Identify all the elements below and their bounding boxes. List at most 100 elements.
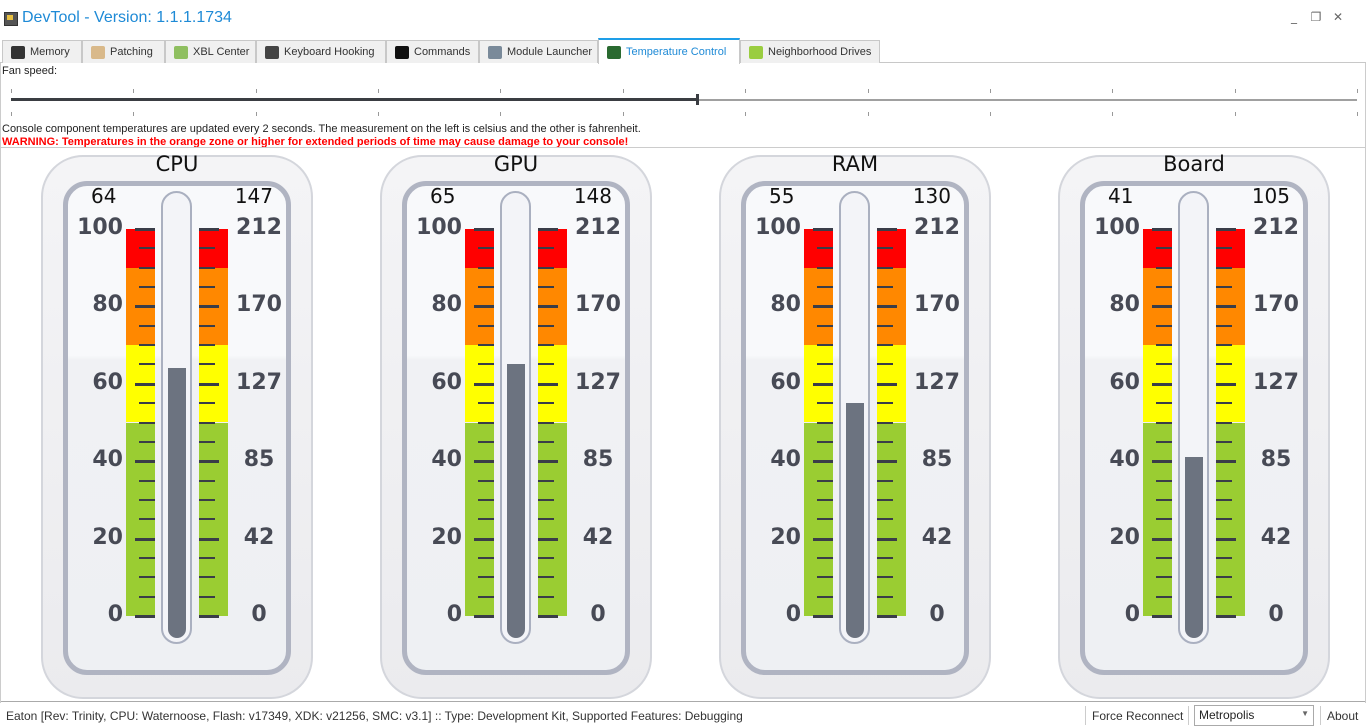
major-tick <box>877 228 897 231</box>
major-tick <box>538 537 558 541</box>
minor-tick <box>538 479 554 482</box>
minor-tick <box>139 595 155 598</box>
slider-tick <box>1235 112 1236 116</box>
thermometer-tube <box>839 191 870 644</box>
keyboard-icon <box>265 45 279 59</box>
memory-chip-icon <box>11 45 25 59</box>
window-title: DevTool - Version: 1.1.1.1734 <box>22 9 232 26</box>
slider-tick <box>623 89 624 93</box>
celsius-scale-bar <box>804 155 833 699</box>
celsius-scale-bar <box>1143 155 1172 699</box>
minor-tick <box>199 247 215 250</box>
restore-icon[interactable]: ❐ <box>1308 10 1324 24</box>
minor-tick <box>199 576 215 579</box>
minor-tick <box>199 344 215 347</box>
tab-label: Commands <box>414 46 471 58</box>
major-tick <box>474 460 494 464</box>
minor-tick <box>1216 479 1232 482</box>
minor-tick <box>877 286 893 289</box>
celsius-reading: 41 <box>1108 184 1134 208</box>
divider <box>1085 706 1086 725</box>
temperature-control-panel: Fan speed: Console component temperature… <box>0 63 1366 703</box>
major-tick <box>474 382 494 386</box>
slider-thumb[interactable] <box>696 94 700 105</box>
fahrenheit-scale-bar <box>538 155 567 699</box>
major-tick <box>474 537 494 541</box>
tab-module-launcher[interactable]: Module Launcher <box>479 40 598 63</box>
slider-tick <box>378 112 379 116</box>
celsius-tick-label: 20 <box>1109 524 1140 550</box>
slider-track <box>697 99 1357 101</box>
major-tick <box>813 305 833 309</box>
tab-commands[interactable]: Commands <box>386 40 479 63</box>
celsius-tick-label: 20 <box>770 524 801 550</box>
fan-speed-slider[interactable] <box>11 85 1358 116</box>
minor-tick <box>1216 247 1232 250</box>
tab-temperature-control[interactable]: Temperature Control <box>598 38 740 64</box>
minor-tick <box>199 595 215 598</box>
minor-tick <box>538 266 554 269</box>
minor-tick <box>199 421 215 424</box>
celsius-tick-label: 100 <box>77 215 123 240</box>
major-tick <box>199 382 219 386</box>
major-tick <box>538 460 558 464</box>
minor-tick <box>877 595 893 598</box>
tab-patching[interactable]: Patching <box>82 40 165 63</box>
fahrenheit-tick-label: 170 <box>575 292 621 318</box>
minor-tick <box>1156 286 1172 289</box>
theme-select[interactable]: Metropolis ▼ <box>1194 705 1314 726</box>
close-icon[interactable]: ✕ <box>1330 10 1346 24</box>
minor-tick <box>877 440 893 443</box>
minor-tick <box>538 247 554 250</box>
fahrenheit-tick-label: 212 <box>1253 215 1299 240</box>
minor-tick <box>877 344 893 347</box>
celsius-reading: 55 <box>769 184 795 208</box>
force-reconnect-button[interactable]: Force Reconnect <box>1092 709 1183 723</box>
major-tick <box>135 228 155 231</box>
thermometer-tube <box>1178 191 1209 644</box>
gauge-title: Board <box>1163 152 1225 176</box>
celsius-tick-label: 80 <box>92 292 123 318</box>
minor-tick <box>139 344 155 347</box>
divider <box>1320 706 1321 725</box>
minor-tick <box>817 518 833 521</box>
minor-tick <box>1216 498 1232 501</box>
major-tick <box>1216 615 1236 618</box>
minor-tick <box>199 363 215 366</box>
major-tick <box>877 615 897 618</box>
tab-memory[interactable]: Memory <box>2 40 82 63</box>
minor-tick <box>817 421 833 424</box>
minimize-icon[interactable]: _ <box>1286 10 1302 24</box>
major-tick <box>1152 460 1172 464</box>
minor-tick <box>1216 344 1232 347</box>
celsius-reading: 64 <box>91 184 117 208</box>
about-button[interactable]: About <box>1327 709 1358 723</box>
major-tick <box>199 615 219 618</box>
minor-tick <box>538 344 554 347</box>
minor-tick <box>199 479 215 482</box>
slider-tick <box>1357 112 1358 116</box>
slider-tick <box>378 89 379 93</box>
minor-tick <box>817 344 833 347</box>
bandage-icon <box>91 45 105 59</box>
tab-neighborhood-drives[interactable]: Neighborhood Drives <box>740 40 880 63</box>
major-tick <box>199 228 219 231</box>
celsius-tick-label: 60 <box>92 369 123 395</box>
minor-tick <box>1156 440 1172 443</box>
celsius-tick-label: 0 <box>107 602 123 627</box>
minor-tick <box>139 421 155 424</box>
tab-keyboard-hooking[interactable]: Keyboard Hooking <box>256 40 386 63</box>
minor-tick <box>1156 576 1172 579</box>
fahrenheit-reading: 130 <box>912 184 951 208</box>
minor-tick <box>478 286 494 289</box>
major-tick <box>199 460 219 464</box>
major-tick <box>1152 305 1172 309</box>
slider-tick <box>868 89 869 93</box>
theme-value: Metropolis <box>1199 708 1255 722</box>
tab-xbl-center[interactable]: XBL Center <box>165 40 256 63</box>
minor-tick <box>199 402 215 405</box>
minor-tick <box>478 363 494 366</box>
minor-tick <box>478 498 494 501</box>
minor-tick <box>538 402 554 405</box>
slider-tick <box>500 112 501 116</box>
